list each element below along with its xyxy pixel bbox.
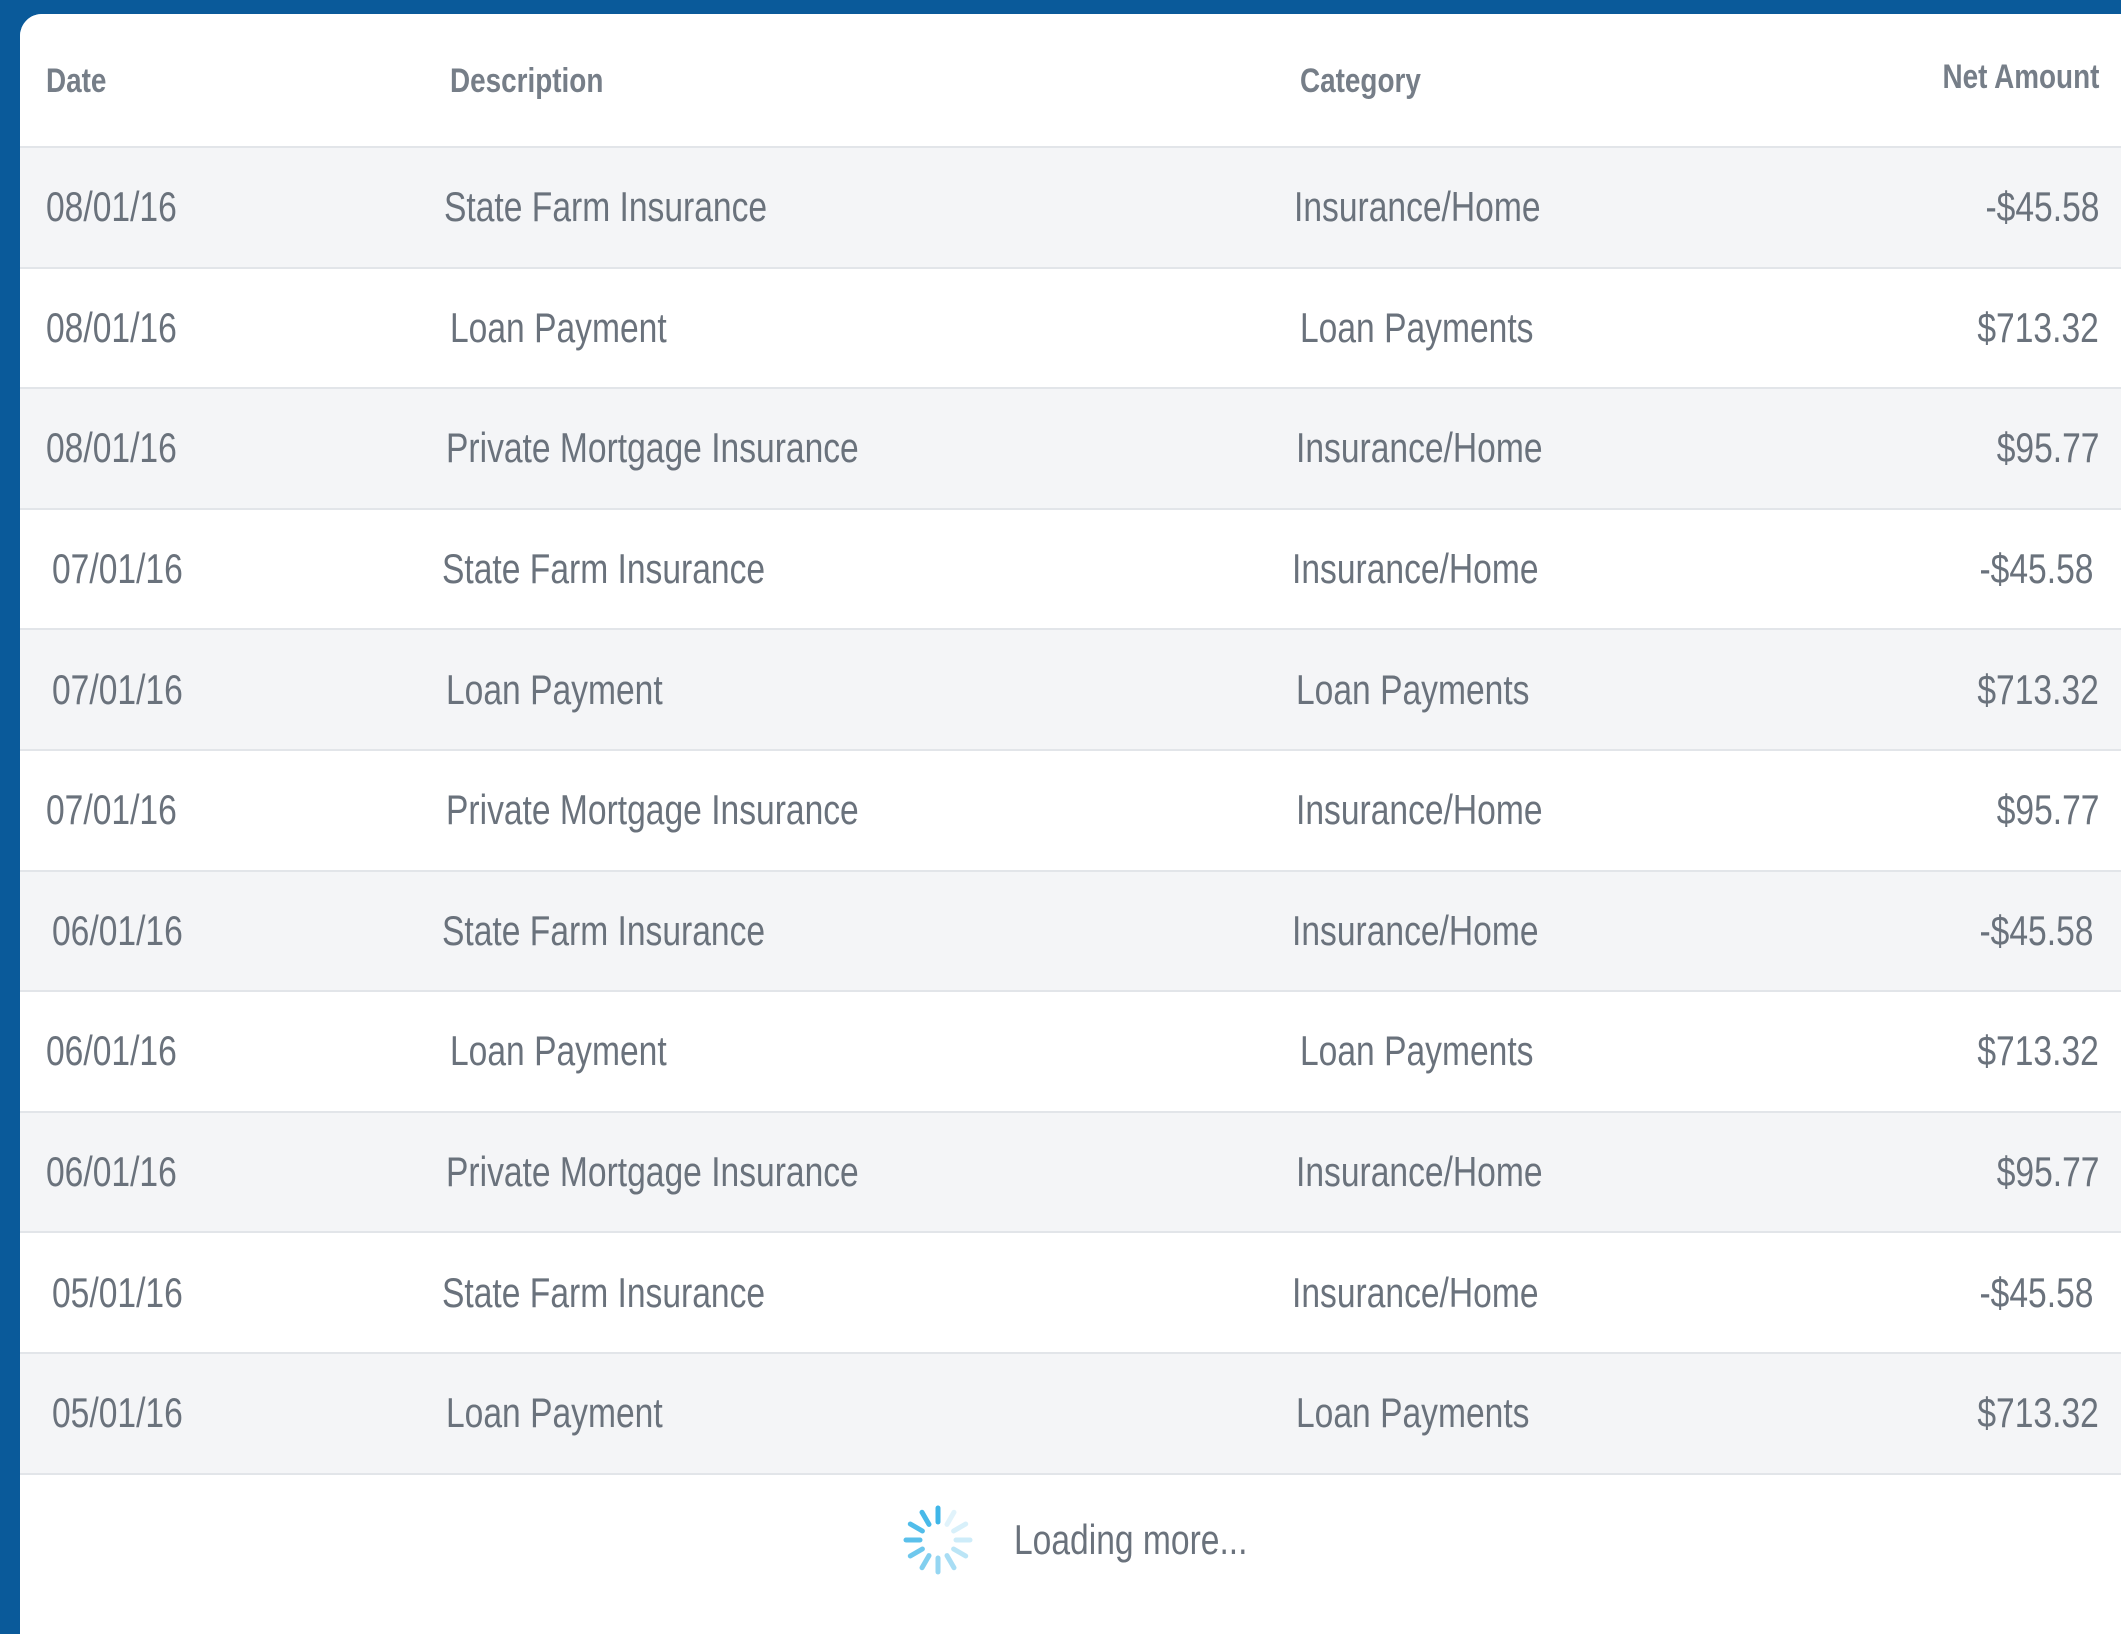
table-header: Date Description Category Net Amount <box>20 14 2121 148</box>
row-date: 06/01/16 <box>52 906 183 954</box>
row-category: Loan Payments <box>1296 665 1530 713</box>
row-category: Insurance/Home <box>1296 1148 1543 1196</box>
transaction-list: 08/01/16 State Farm Insurance Insurance/… <box>20 148 2121 1475</box>
table-row[interactable]: 07/01/16 Private Mortgage Insurance Insu… <box>20 750 2121 872</box>
row-amount: $95.77 <box>1996 424 2099 472</box>
table-row[interactable]: 08/01/16 State Farm Insurance Insurance/… <box>20 148 2121 269</box>
table-row[interactable]: 07/01/16 Loan Payment Loan Payments $713… <box>20 630 2121 751</box>
row-amount: -$45.58 <box>1985 183 2099 231</box>
row-description: Loan Payment <box>446 665 663 713</box>
row-category: Insurance/Home <box>1292 906 1539 954</box>
row-category: Insurance/Home <box>1294 183 1541 231</box>
row-description: State Farm Insurance <box>442 906 766 954</box>
row-category: Loan Payments <box>1296 1389 1530 1437</box>
row-date: 08/01/16 <box>46 183 177 231</box>
row-amount: $713.32 <box>1977 1389 2099 1437</box>
column-header-net-amount[interactable]: Net Amount <box>1942 58 2099 97</box>
row-date: 08/01/16 <box>46 303 177 351</box>
table-row[interactable]: 06/01/16 State Farm Insurance Insurance/… <box>20 871 2121 993</box>
row-category: Insurance/Home <box>1292 1268 1539 1316</box>
row-amount: $95.77 <box>1996 1148 2099 1196</box>
table-row[interactable]: 06/01/16 Private Mortgage Insurance Insu… <box>20 1112 2121 1234</box>
row-description: Loan Payment <box>450 303 667 351</box>
table-row[interactable]: 08/01/16 Loan Payment Loan Payments $713… <box>20 268 2121 390</box>
table-row[interactable]: 06/01/16 Loan Payment Loan Payments $713… <box>20 992 2121 1113</box>
row-amount: -$45.58 <box>1979 545 2093 593</box>
row-category: Insurance/Home <box>1296 786 1543 834</box>
row-date: 05/01/16 <box>52 1389 183 1437</box>
row-description: Loan Payment <box>450 1027 667 1075</box>
column-header-category[interactable]: Category <box>1300 62 1421 101</box>
row-amount: $713.32 <box>1977 303 2099 351</box>
row-category: Insurance/Home <box>1292 545 1539 593</box>
row-description: Private Mortgage Insurance <box>446 786 859 834</box>
loading-more-text: Loading more... <box>1014 1516 1248 1563</box>
row-amount: $713.32 <box>1977 1027 2099 1075</box>
row-date: 07/01/16 <box>46 786 177 834</box>
row-date: 07/01/16 <box>52 665 183 713</box>
table-row[interactable]: 05/01/16 Loan Payment Loan Payments $713… <box>20 1353 2121 1475</box>
load-more-footer: Loading more... <box>20 1482 2121 1622</box>
spinner-icon <box>903 1505 973 1575</box>
row-date: 05/01/16 <box>52 1268 183 1316</box>
row-category: Loan Payments <box>1300 1027 1534 1075</box>
table-row[interactable]: 05/01/16 State Farm Insurance Insurance/… <box>20 1233 2121 1354</box>
row-date: 08/01/16 <box>46 424 177 472</box>
transactions-panel: Date Description Category Net Amount 08/… <box>20 14 2121 1634</box>
row-description: Loan Payment <box>446 1389 663 1437</box>
row-amount: $95.77 <box>1996 786 2099 834</box>
table-row[interactable]: 07/01/16 State Farm Insurance Insurance/… <box>20 509 2121 631</box>
row-description: Private Mortgage Insurance <box>446 1148 859 1196</box>
row-description: Private Mortgage Insurance <box>446 424 859 472</box>
column-header-date[interactable]: Date <box>46 62 106 101</box>
row-date: 07/01/16 <box>52 545 183 593</box>
row-category: Insurance/Home <box>1296 424 1543 472</box>
row-amount: $713.32 <box>1977 665 2099 713</box>
row-description: State Farm Insurance <box>444 183 768 231</box>
row-amount: -$45.58 <box>1979 1268 2093 1316</box>
column-header-description[interactable]: Description <box>450 62 603 101</box>
row-description: State Farm Insurance <box>442 1268 766 1316</box>
row-category: Loan Payments <box>1300 303 1534 351</box>
table-row[interactable]: 08/01/16 Private Mortgage Insurance Insu… <box>20 389 2121 510</box>
row-amount: -$45.58 <box>1979 906 2093 954</box>
row-description: State Farm Insurance <box>442 545 766 593</box>
row-date: 06/01/16 <box>46 1027 177 1075</box>
row-date: 06/01/16 <box>46 1148 177 1196</box>
